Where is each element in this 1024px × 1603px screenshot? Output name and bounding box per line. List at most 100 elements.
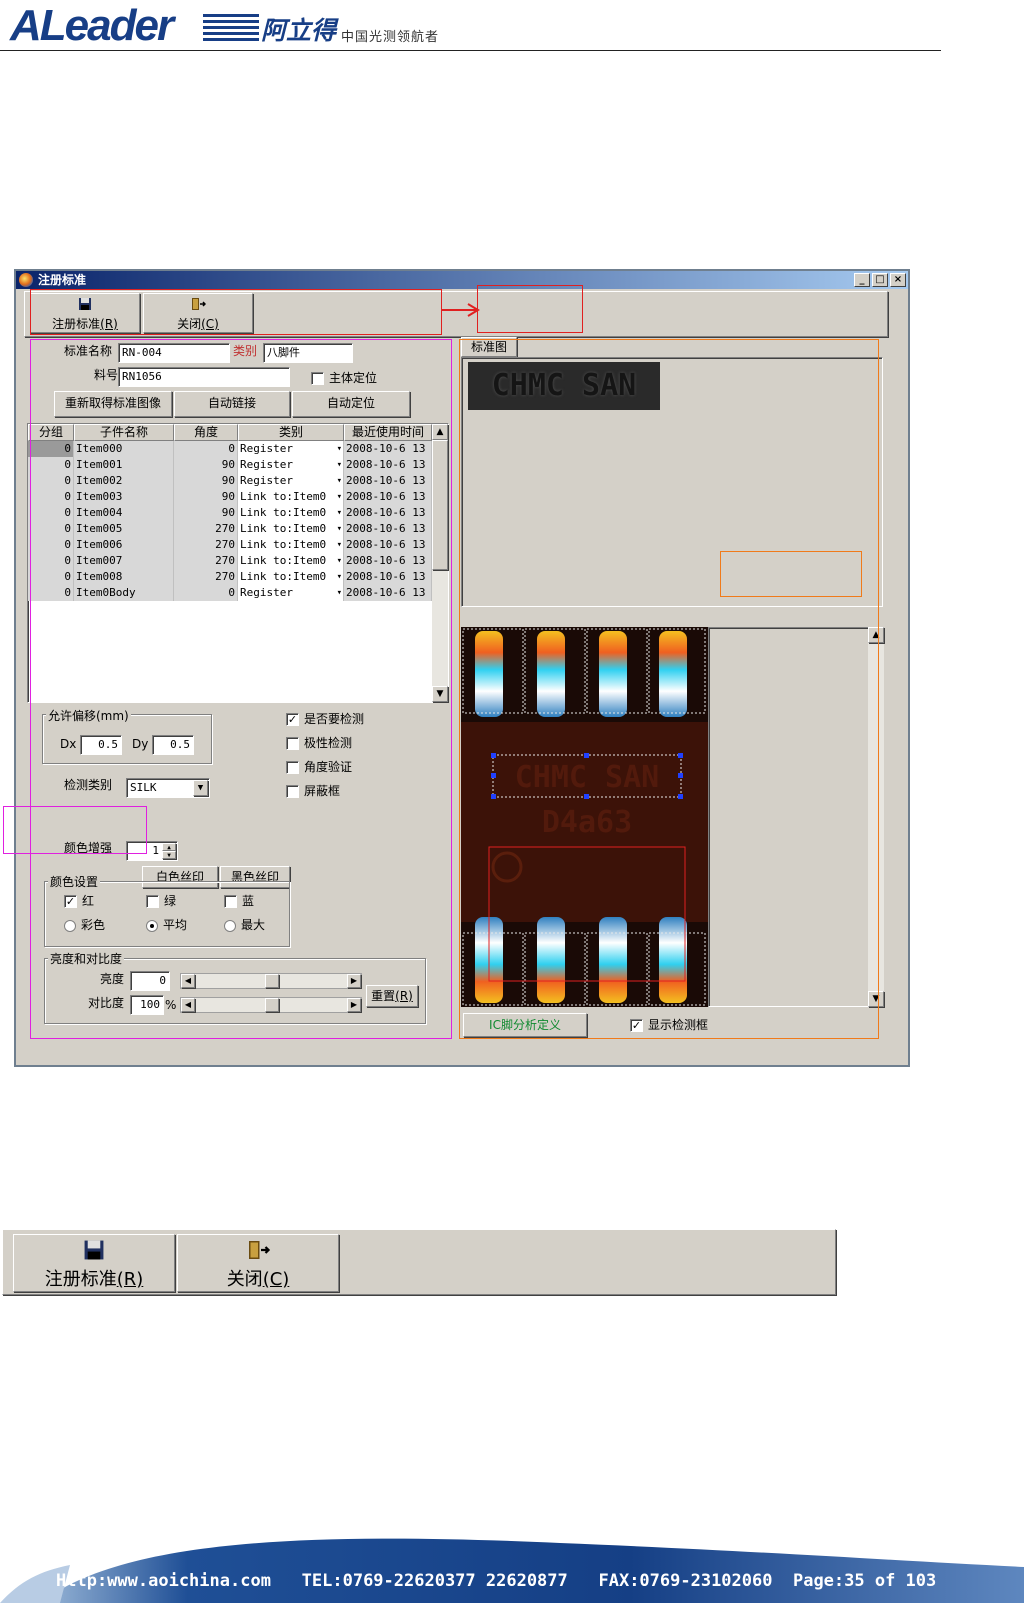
dx-label: Dx xyxy=(60,737,77,751)
brightness-slider[interactable]: ◀ ▶ xyxy=(180,973,362,989)
mode-average-radio[interactable]: 平均 xyxy=(146,917,187,933)
green-checkbox[interactable]: 绿 xyxy=(146,893,176,909)
category-input[interactable]: 八脚件 xyxy=(263,343,353,363)
close-button-large[interactable]: 关闭(C) xyxy=(177,1234,339,1292)
color-enhance-spinner[interactable]: 1 ▲ ▼ xyxy=(126,841,178,861)
table-row[interactable]: 0Item00290Register2008-10-6 13 xyxy=(28,473,432,489)
table-row[interactable]: 0Item00490Link to:Item02008-10-6 13 xyxy=(28,505,432,521)
tab-standard-image[interactable]: 标准图 xyxy=(461,337,517,357)
ic-pin-analysis-button[interactable]: IC脚分析定义 xyxy=(463,1013,587,1037)
contrast-slider[interactable]: ◀ ▶ xyxy=(180,997,362,1013)
reacquire-image-button[interactable]: 重新取得标准图像 xyxy=(54,391,172,417)
contrast-thumb[interactable] xyxy=(265,998,279,1012)
contrast-input[interactable]: 100 xyxy=(130,995,164,1015)
table-cell-type[interactable]: Register xyxy=(238,441,344,457)
reset-button[interactable]: 重置(R) xyxy=(366,985,418,1007)
col-type[interactable]: 类别 xyxy=(238,424,344,441)
angle-verify-box[interactable] xyxy=(286,761,299,774)
table-cell-type[interactable]: Link to:Item0 xyxy=(238,553,344,569)
table-cell-type[interactable]: Register xyxy=(238,457,344,473)
main-locate-checkbox[interactable]: 主体定位 xyxy=(311,370,377,386)
table-cell-type[interactable]: Link to:Item0 xyxy=(238,505,344,521)
scroll-thumb[interactable] xyxy=(432,440,448,570)
table-row[interactable]: 0Item006270Link to:Item02008-10-6 13 xyxy=(28,537,432,553)
table-row[interactable]: 0Item007270Link to:Item02008-10-6 13 xyxy=(28,553,432,569)
brightness-thumb[interactable] xyxy=(265,974,279,988)
minimize-icon[interactable]: _ xyxy=(854,273,870,287)
table-cell-type[interactable]: Link to:Item0 xyxy=(238,489,344,505)
image-scrollbar[interactable]: ▲ ▼ xyxy=(868,627,884,1007)
table-cell-group: 0 xyxy=(28,457,74,473)
table-cell-angle: 270 xyxy=(174,521,238,537)
slider-right-icon[interactable]: ▶ xyxy=(347,998,361,1012)
std-name-input[interactable]: RN-004 xyxy=(118,343,230,363)
mode-average-label: 平均 xyxy=(163,918,188,932)
maximize-icon[interactable]: □ xyxy=(872,273,888,287)
scroll-up-icon[interactable]: ▲ xyxy=(868,627,884,643)
need-inspect-box[interactable]: ✓ xyxy=(286,713,299,726)
dropdown-arrow-icon[interactable]: ▼ xyxy=(193,780,208,796)
mask-frame-checkbox[interactable]: 屏蔽框 xyxy=(286,783,340,799)
table-row[interactable]: 0Item008270Link to:Item02008-10-6 13 xyxy=(28,569,432,585)
table-cell-type[interactable]: Link to:Item0 xyxy=(238,537,344,553)
main-locate-box[interactable] xyxy=(311,372,324,385)
polarity-box[interactable] xyxy=(286,737,299,750)
mode-max-dot[interactable] xyxy=(224,919,236,932)
close-button[interactable]: 关闭(C) xyxy=(143,293,253,333)
col-last-used[interactable]: 最近使用时间 xyxy=(344,424,432,441)
table-cell-type[interactable]: Register xyxy=(238,473,344,489)
table-row[interactable]: 0Item005270Link to:Item02008-10-6 13 xyxy=(28,521,432,537)
table-row[interactable]: 0Item00390Link to:Item02008-10-6 13 xyxy=(28,489,432,505)
green-box[interactable] xyxy=(146,895,159,908)
col-name[interactable]: 子件名称 xyxy=(74,424,174,441)
table-cell-type[interactable]: Link to:Item0 xyxy=(238,521,344,537)
show-frame-checkbox[interactable]: ✓ 显示检测框 xyxy=(630,1017,708,1033)
slider-right-icon[interactable]: ▶ xyxy=(347,974,361,988)
red-checkbox[interactable]: ✓ 红 xyxy=(64,893,94,909)
blue-box[interactable] xyxy=(224,895,237,908)
table-cell-type[interactable]: Link to:Item0 xyxy=(238,569,344,585)
show-frame-box[interactable]: ✓ xyxy=(630,1019,643,1032)
inspect-type-select[interactable]: SILK ▼ xyxy=(126,778,210,798)
table-scrollbar[interactable]: ▲ ▼ xyxy=(432,424,448,702)
spin-up-icon[interactable]: ▲ xyxy=(162,843,176,851)
slider-left-icon[interactable]: ◀ xyxy=(181,974,195,988)
table-row[interactable]: 0Item0000Register2008-10-6 13 xyxy=(28,441,432,457)
scroll-down-icon[interactable]: ▼ xyxy=(868,991,884,1007)
dy-input[interactable]: 0.5 xyxy=(152,735,194,755)
col-angle[interactable]: 角度 xyxy=(174,424,238,441)
footer-tel: TEL:0769-22620377 22620877 xyxy=(301,1571,568,1591)
mode-average-dot[interactable] xyxy=(146,919,158,932)
red-box[interactable]: ✓ xyxy=(64,895,77,908)
spin-down-icon[interactable]: ▼ xyxy=(162,851,176,859)
brightness-input[interactable]: 0 xyxy=(130,971,170,991)
close-window-icon[interactable]: × xyxy=(890,273,906,287)
table-row[interactable]: 0Item00190Register2008-10-6 13 xyxy=(28,457,432,473)
footer-website[interactable]: Http:www.aoichina.com xyxy=(56,1571,271,1591)
brightness-label: 亮度 xyxy=(100,972,125,986)
category-label: 类别 xyxy=(233,344,258,358)
mode-color-radio[interactable]: 彩色 xyxy=(64,917,105,933)
register-standard-button[interactable]: 注册标准(R) xyxy=(30,293,140,333)
register-standard-button-large[interactable]: 注册标准(R) xyxy=(13,1234,175,1292)
polarity-checkbox[interactable]: 极性检测 xyxy=(286,735,352,751)
exit-icon xyxy=(144,297,252,315)
mode-max-radio[interactable]: 最大 xyxy=(224,917,265,933)
table-row[interactable]: 0Item0Body0Register2008-10-6 13 xyxy=(28,585,432,601)
table-cell-type[interactable]: Register xyxy=(238,585,344,601)
auto-locate-button[interactable]: 自动定位 xyxy=(292,391,410,417)
need-inspect-checkbox[interactable]: ✓ 是否要检测 xyxy=(286,711,364,727)
scroll-down-icon[interactable]: ▼ xyxy=(432,686,448,702)
auto-link-button[interactable]: 自动链接 xyxy=(174,391,290,417)
dx-input[interactable]: 0.5 xyxy=(80,735,122,755)
scroll-up-icon[interactable]: ▲ xyxy=(432,424,448,440)
mode-color-dot[interactable] xyxy=(64,919,76,932)
blue-checkbox[interactable]: 蓝 xyxy=(224,893,254,909)
part-no-input[interactable]: RN1056 xyxy=(118,367,290,387)
angle-verify-checkbox[interactable]: 角度验证 xyxy=(286,759,352,775)
mask-frame-box[interactable] xyxy=(286,785,299,798)
slider-left-icon[interactable]: ◀ xyxy=(181,998,195,1012)
register-standard-window: 注册标准 _ □ × 注册标准(R) 关闭(C) 标准名称 RN-004 类别 … xyxy=(14,269,910,1067)
table-cell-name: Item003 xyxy=(74,489,174,505)
col-group[interactable]: 分组 xyxy=(28,424,74,441)
